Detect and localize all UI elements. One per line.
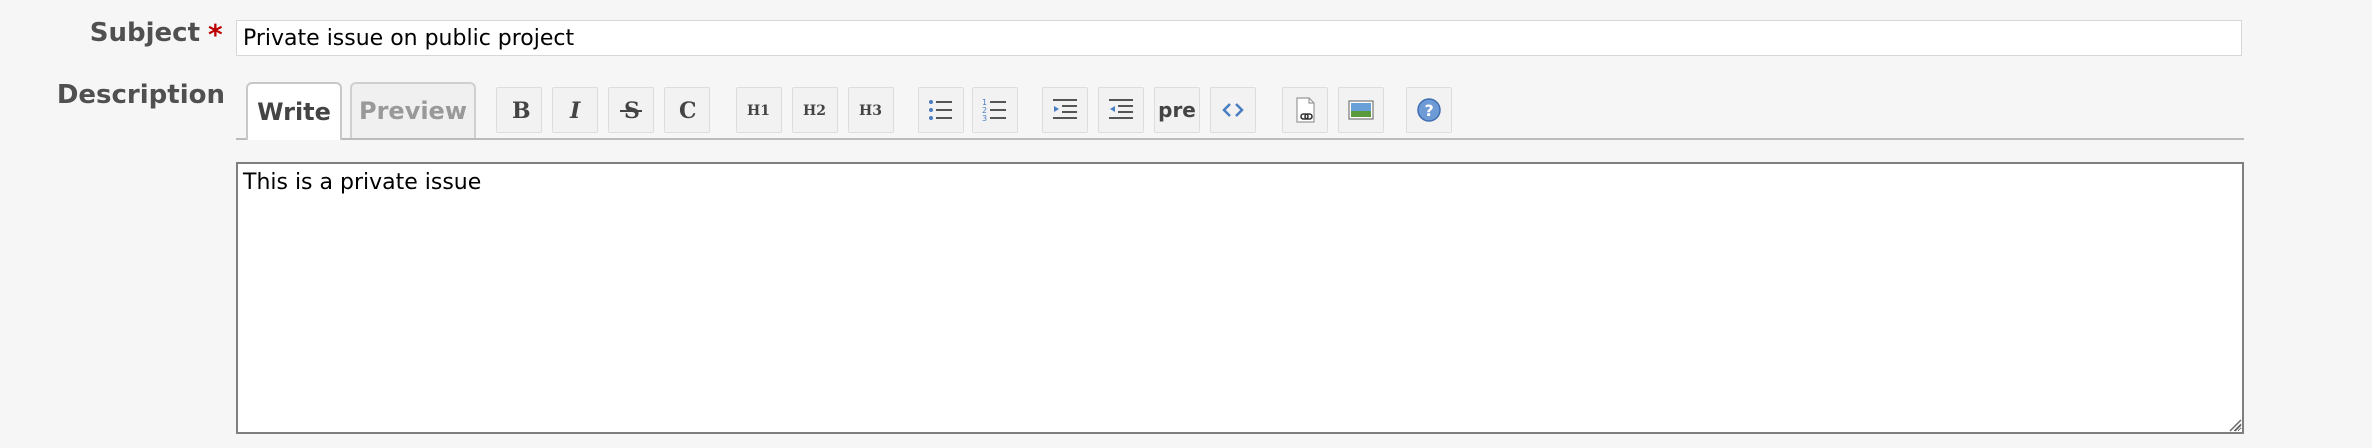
tab-write[interactable]: Write: [246, 82, 342, 140]
help-button[interactable]: ?: [1406, 87, 1452, 133]
strikethrough-button[interactable]: S: [608, 87, 654, 133]
subject-input[interactable]: [236, 20, 2242, 56]
description-textarea[interactable]: This is a private issue: [236, 162, 2244, 434]
svg-text:3: 3: [982, 114, 987, 123]
image-button[interactable]: [1338, 87, 1384, 133]
italic-button[interactable]: I: [552, 87, 598, 133]
outdent-button[interactable]: [1098, 87, 1144, 133]
angle-brackets-icon: [1222, 103, 1244, 117]
link-page-icon: [1296, 97, 1315, 123]
numbered-list-button[interactable]: 1 2 3: [972, 87, 1018, 133]
tabs-divider: [236, 138, 2244, 140]
h3-icon: H3: [859, 103, 882, 119]
outdent-icon: [1109, 99, 1133, 119]
link-button[interactable]: [1282, 87, 1328, 133]
bullet-list-icon: [929, 100, 952, 120]
indent-icon: [1053, 99, 1077, 119]
strikethrough-icon: S: [620, 98, 642, 124]
svg-text:?: ?: [1425, 101, 1434, 120]
pre-icon: pre: [1158, 98, 1196, 122]
resize-handle-icon[interactable]: [2228, 418, 2242, 432]
svg-text:H1: H1: [747, 103, 770, 119]
svg-text:H2: H2: [803, 103, 826, 119]
indent-button[interactable]: [1042, 87, 1088, 133]
svg-text:B: B: [512, 98, 531, 124]
description-label: Description: [56, 80, 225, 110]
help-icon: ?: [1417, 98, 1441, 122]
svg-text:C: C: [679, 98, 697, 124]
h2-icon: H2: [803, 103, 826, 119]
numbered-list-icon: 1 2 3: [982, 98, 1006, 123]
svg-text:H3: H3: [859, 103, 882, 119]
bold-button[interactable]: B: [496, 87, 542, 133]
bullet-list-button[interactable]: [918, 87, 964, 133]
image-icon: [1348, 100, 1374, 120]
preformatted-button[interactable]: pre: [1154, 87, 1200, 133]
subject-label: Subject: [89, 18, 200, 48]
tab-preview[interactable]: Preview: [350, 82, 476, 138]
heading3-button[interactable]: H3: [848, 87, 894, 133]
italic-icon: I: [569, 98, 581, 124]
code-c-icon: C: [679, 98, 697, 124]
bold-icon: B: [512, 98, 531, 124]
svg-text:I: I: [569, 98, 581, 124]
heading1-button[interactable]: H1: [736, 87, 782, 133]
heading2-button[interactable]: H2: [792, 87, 838, 133]
inline-code-button[interactable]: [1210, 87, 1256, 133]
h1-icon: H1: [747, 103, 770, 119]
code-button[interactable]: C: [664, 87, 710, 133]
required-mark: *: [208, 18, 223, 51]
